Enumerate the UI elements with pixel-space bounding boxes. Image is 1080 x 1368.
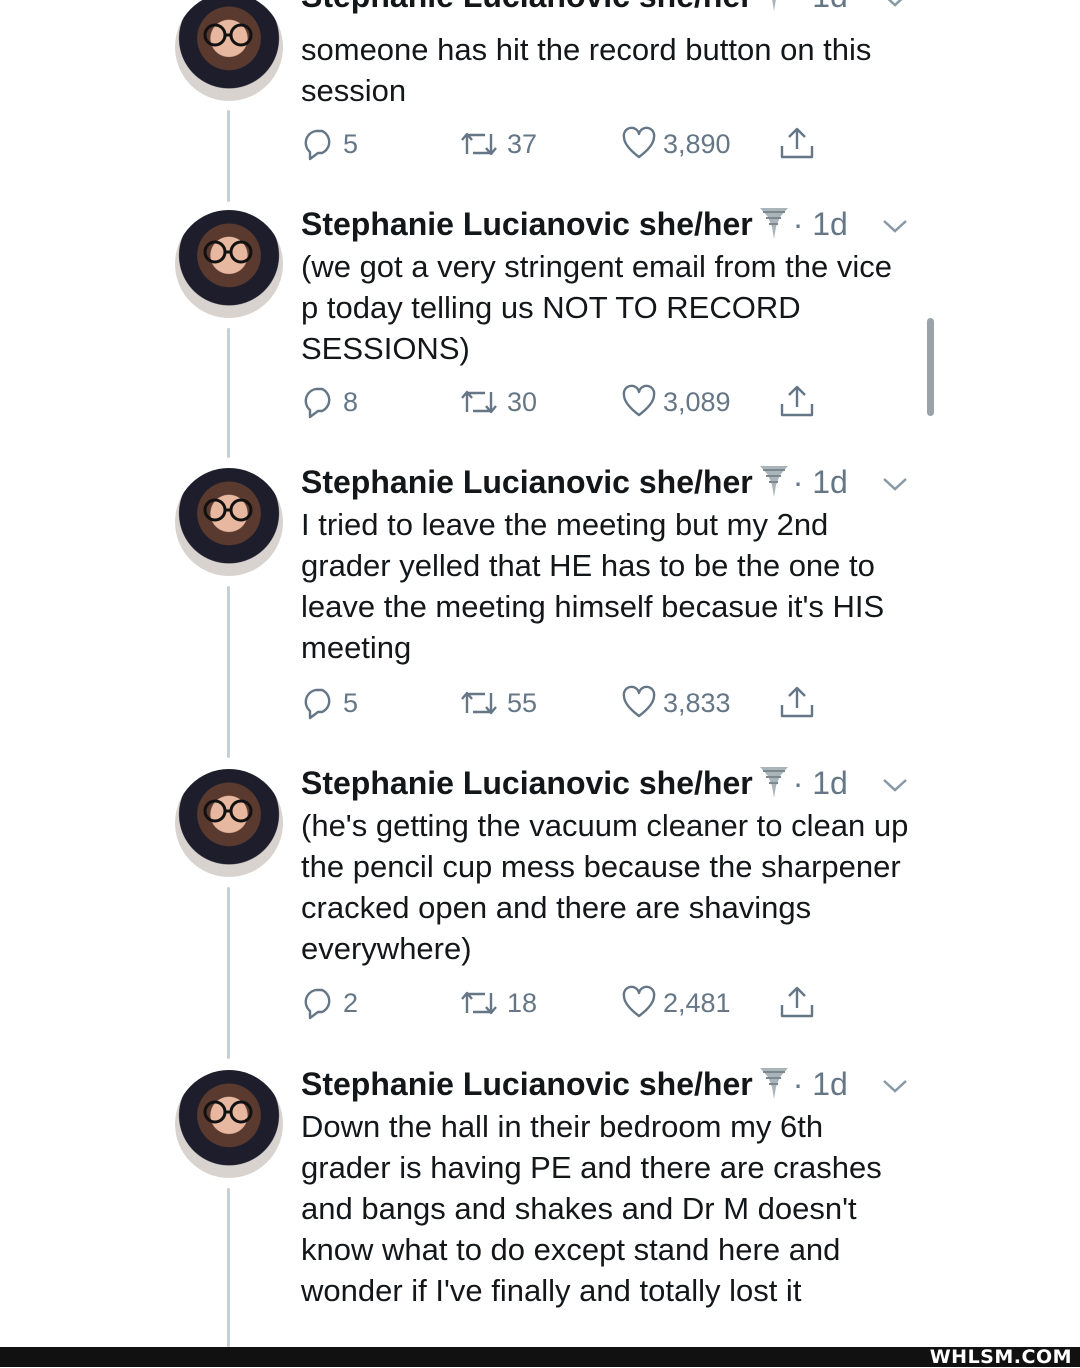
tweet-text: Down the hall in their bedroom my 6th gr…: [301, 1109, 882, 1308]
tornado-emoji: [759, 463, 789, 508]
share-button[interactable]: [777, 685, 823, 721]
share-icon: [780, 385, 814, 417]
heart-icon: [622, 985, 656, 1018]
like-button[interactable]: 3,089: [621, 384, 731, 420]
avatar[interactable]: [175, 1070, 283, 1178]
thread-line: [227, 328, 230, 458]
tweet-text: (he's getting the vacuum cleaner to clea…: [301, 808, 909, 966]
share-icon: [780, 127, 814, 159]
share-button[interactable]: [777, 384, 823, 420]
timestamp[interactable]: · 1d: [793, 206, 848, 242]
tweet-actions: 8 30 3,089: [301, 384, 861, 424]
reply-button[interactable]: 8: [301, 384, 358, 420]
retweet-count: 18: [507, 987, 538, 1018]
author-name[interactable]: Stephanie Lucianovic she/her: [301, 464, 753, 500]
chevron-down-icon[interactable]: [882, 0, 908, 13]
retweet-count: 30: [507, 386, 538, 417]
tornado-emoji: [759, 1065, 789, 1110]
scrollbar[interactable]: [927, 318, 934, 416]
tweet-header: Stephanie Lucianovic she/her · 1d: [301, 462, 848, 508]
tornado-emoji: [759, 764, 789, 809]
tornado-emoji: [759, 0, 789, 22]
tweet-header: Stephanie Lucianovic she/her · 1d: [301, 763, 848, 809]
author-name[interactable]: Stephanie Lucianovic she/her: [301, 765, 753, 801]
reply-button[interactable]: 5: [301, 685, 358, 721]
tweet-text: someone has hit the record button on thi…: [301, 32, 872, 108]
share-icon: [780, 686, 814, 718]
reply-count: 8: [343, 386, 359, 417]
author-name[interactable]: Stephanie Lucianovic she/her: [301, 0, 753, 14]
timestamp[interactable]: · 1d: [793, 1066, 848, 1102]
retweet-count: 55: [507, 687, 538, 718]
like-button[interactable]: 3,833: [621, 685, 731, 721]
tweet-header: Stephanie Lucianovic she/her · 1d: [301, 204, 848, 250]
chevron-down-icon[interactable]: [882, 218, 908, 239]
reply-icon: [304, 688, 331, 720]
retweet-button[interactable]: 55: [457, 685, 537, 721]
avatar[interactable]: [175, 769, 283, 877]
retweet-count: 37: [507, 128, 538, 159]
reply-button[interactable]: 2: [301, 985, 358, 1021]
reply-count: 5: [343, 128, 359, 159]
share-button[interactable]: [777, 126, 823, 162]
thread-line: [227, 110, 230, 202]
retweet-button[interactable]: 18: [457, 985, 537, 1021]
like-count: 3,890: [663, 128, 731, 159]
reply-icon: [304, 129, 331, 161]
thread-line: [227, 586, 230, 758]
avatar[interactable]: [175, 210, 283, 318]
thread-line: [227, 1188, 230, 1347]
timestamp[interactable]: · 1d: [793, 0, 848, 14]
watermark-text: WHLSM.COM: [929, 1346, 1072, 1368]
chevron-down-icon[interactable]: [882, 777, 908, 798]
like-count: 2,481: [663, 987, 731, 1018]
tweet-header: Stephanie Lucianovic she/her · 1d: [301, 1064, 848, 1110]
like-count: 3,089: [663, 386, 731, 417]
chevron-down-icon[interactable]: [882, 476, 908, 497]
like-count: 3,833: [663, 687, 731, 718]
share-icon: [780, 986, 814, 1018]
retweet-icon: [461, 390, 497, 414]
tweet-text: (we got a very stringent email from the …: [301, 249, 892, 366]
reply-count: 2: [343, 987, 359, 1018]
watermark-bar: WHLSM.COM: [0, 1347, 1080, 1367]
timestamp[interactable]: · 1d: [793, 765, 848, 801]
retweet-icon: [461, 991, 497, 1015]
retweet-icon: [461, 691, 497, 715]
reply-icon: [304, 988, 331, 1020]
author-name[interactable]: Stephanie Lucianovic she/her: [301, 206, 753, 242]
like-button[interactable]: 2,481: [621, 985, 731, 1021]
reply-icon: [304, 387, 331, 419]
heart-icon: [622, 685, 656, 718]
retweet-icon: [461, 132, 497, 156]
tornado-emoji: [759, 205, 789, 250]
timestamp[interactable]: · 1d: [793, 464, 848, 500]
chevron-down-icon[interactable]: [882, 1078, 908, 1099]
reply-button[interactable]: 5: [301, 126, 358, 162]
retweet-button[interactable]: 30: [457, 384, 537, 420]
avatar[interactable]: [175, 0, 283, 101]
heart-icon: [622, 126, 656, 159]
author-name[interactable]: Stephanie Lucianovic she/her: [301, 1066, 753, 1102]
avatar[interactable]: [175, 468, 283, 576]
thread-line: [227, 887, 230, 1059]
retweet-button[interactable]: 37: [457, 126, 537, 162]
tweet-actions: 5 37 3,890: [301, 126, 861, 166]
tweet-text: I tried to leave the meeting but my 2nd …: [301, 507, 885, 665]
tweet-actions: 2 18 2,481: [301, 985, 861, 1025]
tweet-actions: 5 55 3,833: [301, 685, 861, 725]
heart-icon: [622, 384, 656, 417]
share-button[interactable]: [777, 985, 823, 1021]
tweet-header: Stephanie Lucianovic she/her · 1d: [301, 0, 848, 22]
reply-count: 5: [343, 687, 359, 718]
like-button[interactable]: 3,890: [621, 126, 731, 162]
